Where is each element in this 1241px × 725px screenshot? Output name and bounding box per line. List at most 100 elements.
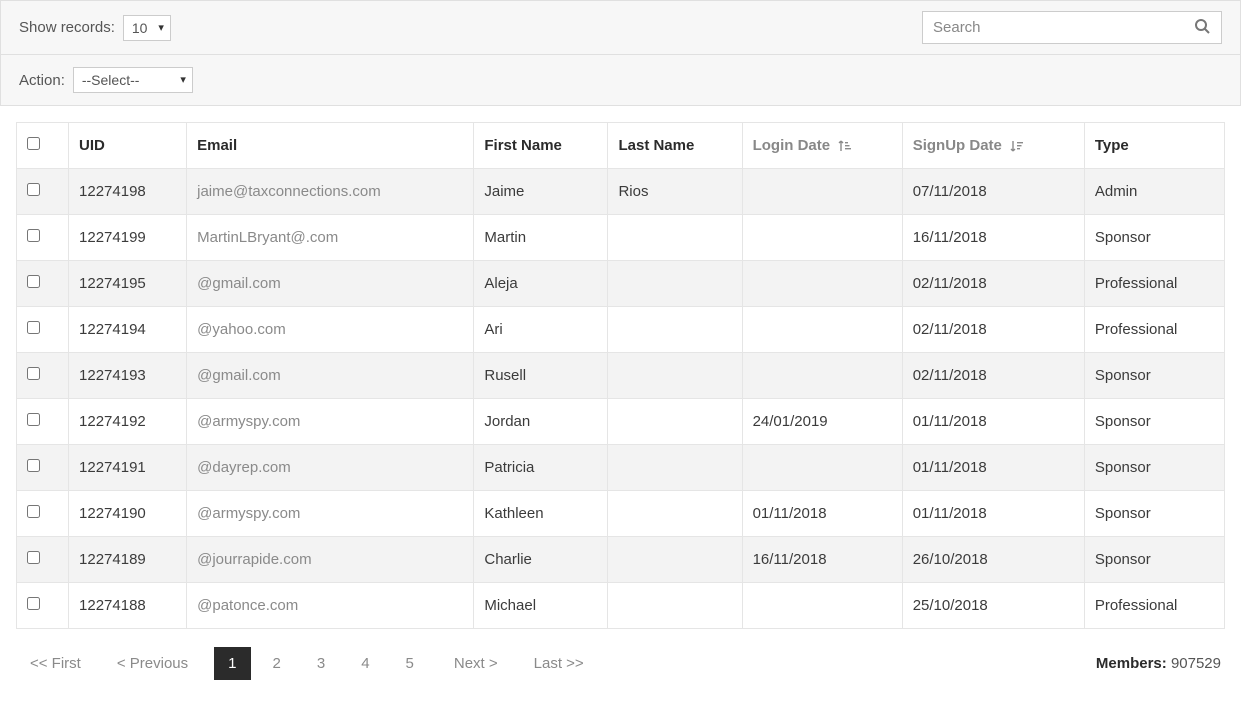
header-last-name[interactable]: Last Name: [608, 123, 742, 169]
cell-first-name: Ari: [474, 307, 608, 353]
row-checkbox-cell: [17, 307, 69, 353]
cell-last-name: [608, 399, 742, 445]
cell-uid: 12274192: [69, 399, 187, 445]
row-checkbox[interactable]: [27, 413, 40, 426]
row-checkbox[interactable]: [27, 275, 40, 288]
cell-type: Sponsor: [1084, 215, 1224, 261]
cell-email: @patonce.com: [187, 583, 474, 629]
cell-login-date: 01/11/2018: [742, 491, 902, 537]
cell-first-name: Jaime: [474, 169, 608, 215]
cell-first-name: Aleja: [474, 261, 608, 307]
search-icon[interactable]: [1194, 18, 1210, 38]
header-login-date[interactable]: Login Date: [742, 123, 902, 169]
show-records-select-wrap: 10: [123, 15, 171, 41]
page-previous[interactable]: < Previous: [107, 647, 198, 680]
cell-type: Admin: [1084, 169, 1224, 215]
show-records-group: Show records: 10: [19, 15, 171, 41]
cell-last-name: [608, 353, 742, 399]
cell-signup-date: 26/10/2018: [902, 537, 1084, 583]
cell-email: @armyspy.com: [187, 491, 474, 537]
cell-email: jaime@taxconnections.com: [187, 169, 474, 215]
members-label: Members:: [1096, 655, 1167, 672]
cell-login-date: [742, 169, 902, 215]
cell-uid: 12274193: [69, 353, 187, 399]
page-next[interactable]: Next >: [444, 647, 508, 680]
cell-signup-date: 02/11/2018: [902, 353, 1084, 399]
cell-uid: 12274189: [69, 537, 187, 583]
sort-desc-icon: [1010, 139, 1024, 153]
header-type[interactable]: Type: [1084, 123, 1224, 169]
header-signup-date[interactable]: SignUp Date: [902, 123, 1084, 169]
cell-login-date: [742, 583, 902, 629]
top-toolbar: Show records: 10: [0, 0, 1241, 55]
cell-email: @armyspy.com: [187, 399, 474, 445]
row-checkbox[interactable]: [27, 183, 40, 196]
cell-first-name: Kathleen: [474, 491, 608, 537]
row-checkbox-cell: [17, 261, 69, 307]
cell-email: MartinLBryant@.com: [187, 215, 474, 261]
cell-first-name: Rusell: [474, 353, 608, 399]
members-table: UID Email First Name Last Name Login Dat…: [16, 122, 1225, 629]
row-checkbox[interactable]: [27, 321, 40, 334]
cell-signup-date: 01/11/2018: [902, 445, 1084, 491]
page-number[interactable]: 1: [214, 647, 250, 680]
row-checkbox[interactable]: [27, 551, 40, 564]
cell-email: @gmail.com: [187, 353, 474, 399]
page-first[interactable]: << First: [20, 647, 91, 680]
header-uid[interactable]: UID: [69, 123, 187, 169]
row-checkbox-cell: [17, 445, 69, 491]
cell-email: @jourrapide.com: [187, 537, 474, 583]
row-checkbox-cell: [17, 169, 69, 215]
row-checkbox[interactable]: [27, 229, 40, 242]
page-number[interactable]: 2: [259, 647, 295, 680]
cell-email: @dayrep.com: [187, 445, 474, 491]
cell-last-name: [608, 445, 742, 491]
row-checkbox[interactable]: [27, 367, 40, 380]
cell-login-date: 16/11/2018: [742, 537, 902, 583]
cell-uid: 12274195: [69, 261, 187, 307]
row-checkbox[interactable]: [27, 459, 40, 472]
page-last[interactable]: Last >>: [524, 647, 594, 680]
table-row: 12274195@gmail.comAleja02/11/2018Profess…: [17, 261, 1225, 307]
cell-email: @gmail.com: [187, 261, 474, 307]
search-input[interactable]: [922, 11, 1222, 44]
cell-type: Professional: [1084, 583, 1224, 629]
cell-first-name: Martin: [474, 215, 608, 261]
action-select-wrap: --Select--: [73, 67, 193, 93]
table-footer: << First < Previous 12345 Next > Last >>…: [16, 629, 1225, 682]
cell-last-name: Rios: [608, 169, 742, 215]
row-checkbox-cell: [17, 215, 69, 261]
page-number[interactable]: 5: [392, 647, 428, 680]
cell-email: @yahoo.com: [187, 307, 474, 353]
row-checkbox-cell: [17, 399, 69, 445]
row-checkbox[interactable]: [27, 597, 40, 610]
cell-first-name: Charlie: [474, 537, 608, 583]
header-email[interactable]: Email: [187, 123, 474, 169]
cell-last-name: [608, 261, 742, 307]
cell-uid: 12274188: [69, 583, 187, 629]
show-records-label: Show records:: [19, 19, 115, 36]
row-checkbox-cell: [17, 537, 69, 583]
cell-login-date: [742, 261, 902, 307]
page-number[interactable]: 4: [347, 647, 383, 680]
show-records-select[interactable]: 10: [123, 15, 171, 41]
action-toolbar: Action: --Select--: [0, 55, 1241, 106]
table-row: 12274191@dayrep.comPatricia01/11/2018Spo…: [17, 445, 1225, 491]
cell-last-name: [608, 215, 742, 261]
header-first-name[interactable]: First Name: [474, 123, 608, 169]
action-select[interactable]: --Select--: [73, 67, 193, 93]
cell-uid: 12274194: [69, 307, 187, 353]
search-wrap: [922, 11, 1222, 44]
page-number[interactable]: 3: [303, 647, 339, 680]
cell-login-date: [742, 215, 902, 261]
table-row: 12274199MartinLBryant@.comMartin16/11/20…: [17, 215, 1225, 261]
table-row: 12274194@yahoo.comAri02/11/2018Professio…: [17, 307, 1225, 353]
row-checkbox[interactable]: [27, 505, 40, 518]
cell-last-name: [608, 307, 742, 353]
cell-uid: 12274199: [69, 215, 187, 261]
cell-last-name: [608, 537, 742, 583]
cell-type: Professional: [1084, 307, 1224, 353]
select-all-checkbox[interactable]: [27, 137, 40, 150]
table-row: 12274192@armyspy.comJordan24/01/201901/1…: [17, 399, 1225, 445]
cell-uid: 12274198: [69, 169, 187, 215]
